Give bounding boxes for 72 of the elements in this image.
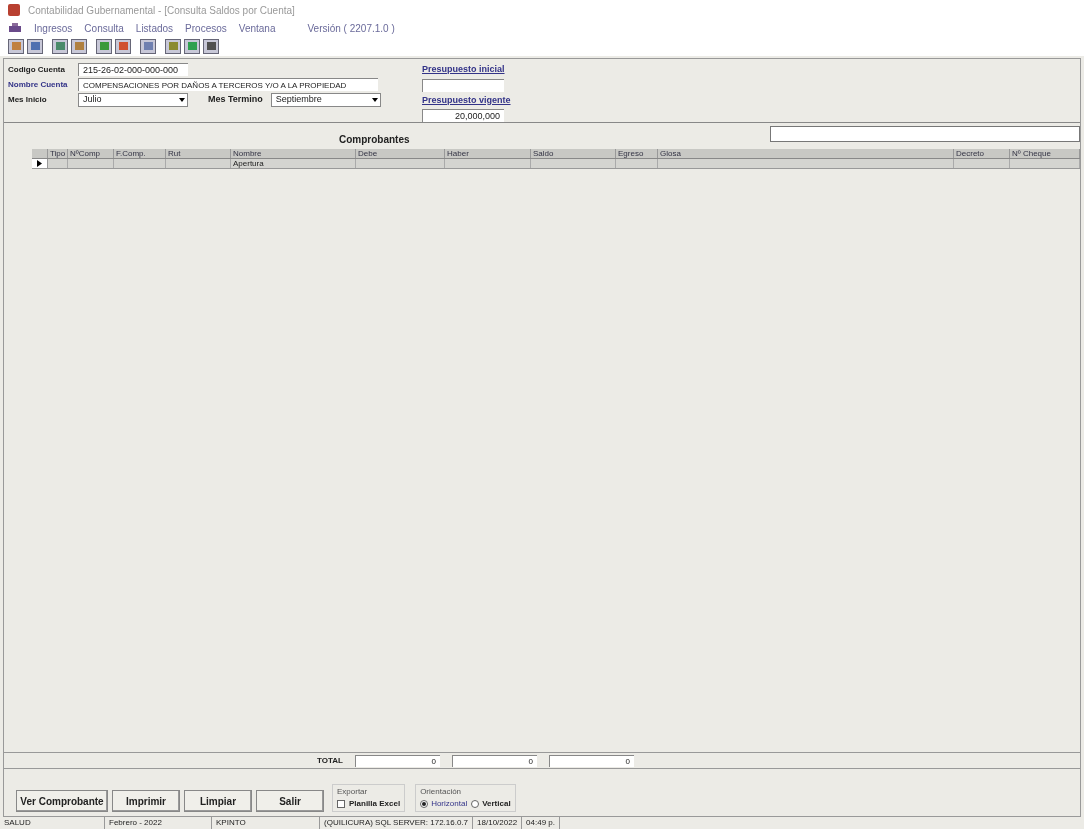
field-label: Presupuesto vigente [422, 93, 511, 107]
checkbox-label: Planilla Excel [349, 798, 401, 810]
status-bar-item: (QUILICURA) SQL SERVER: 172.16.0.7 [320, 817, 474, 829]
column-header[interactable]: F.Comp. [114, 149, 166, 158]
field-label: Mes Inicio [8, 94, 48, 106]
group-title: Exportar [337, 786, 369, 798]
initial-budget-field[interactable] [422, 78, 504, 92]
menu-item[interactable]: Listados [135, 20, 174, 36]
toolbar-button[interactable] [203, 38, 219, 54]
menu-item[interactable]: Ventana [238, 20, 276, 36]
status-bar-item: 18/10/2022 [473, 817, 523, 829]
toolbar-button[interactable] [71, 38, 87, 54]
radio-button[interactable] [420, 800, 429, 808]
account-code-field[interactable]: 215-26-02-000-000-000 [78, 63, 188, 76]
status-bar-item: Febrero - 2022 [105, 817, 212, 829]
table-row[interactable]: Apertura [32, 159, 1080, 169]
field-label: Nombre Cuenta [8, 78, 69, 91]
column-header[interactable]: Haber [445, 149, 531, 158]
status-bar-item: 04:49 p. [522, 817, 561, 829]
action-button[interactable]: Salir [256, 790, 324, 812]
toolbar-button[interactable] [8, 38, 24, 54]
column-header[interactable]: Saldo [531, 149, 616, 158]
field-label: Mes Termino [208, 93, 263, 107]
action-button[interactable]: Limpiar [184, 790, 252, 812]
toolbar-button[interactable] [27, 38, 43, 54]
column-header[interactable]: NºComp [68, 149, 114, 158]
radio-button[interactable] [471, 800, 480, 808]
start-month-dropdown[interactable]: Julio [78, 93, 188, 107]
app-menu-icon[interactable] [8, 23, 22, 33]
menu-item[interactable]: Consulta [84, 20, 124, 36]
window-title: Contabilidad Gubernamental - [Consulta Saldos por Cuenta] [28, 3, 295, 18]
field-label: Presupuesto inicial [422, 63, 506, 76]
action-button[interactable]: Imprimir [112, 790, 180, 812]
end-month-dropdown[interactable]: Septiembre [270, 93, 381, 107]
total-field: 0 [354, 754, 440, 767]
account-name-field[interactable]: COMPENSACIONES POR DAÑOS A TERCEROS Y/O A LA PROPIEDAD [78, 78, 378, 91]
checkbox[interactable] [337, 800, 345, 808]
current-budget-field[interactable]: 20,000,000 [422, 109, 504, 122]
toolbar-button[interactable] [52, 38, 68, 54]
toolbar-button[interactable] [140, 38, 156, 54]
caret-icon [371, 98, 378, 102]
status-bar-item: SALUD [0, 817, 105, 829]
column-header[interactable]: Rut [166, 149, 231, 158]
current-row-icon [37, 160, 42, 167]
version-label: Versión ( 2207.1.0 ) [307, 21, 395, 36]
toolbar-button[interactable] [115, 38, 131, 54]
column-header[interactable]: Egreso [616, 149, 658, 158]
column-header[interactable]: Debe [356, 149, 445, 158]
caret-icon [179, 98, 185, 102]
section-title: Comprobantes [339, 132, 410, 147]
radio-label: Horizontal [431, 798, 468, 810]
field-label: Codigo Cuenta [8, 63, 66, 76]
search-field[interactable] [770, 126, 1080, 142]
action-button[interactable]: Ver Comprobante [16, 790, 108, 812]
menu-item[interactable]: Ingresos [34, 20, 73, 36]
table-cell: Apertura [233, 159, 264, 168]
group-title: Orientación [420, 786, 463, 798]
column-header[interactable]: Nombre [231, 149, 356, 158]
app-icon [8, 4, 20, 16]
total-field: 0 [548, 754, 634, 767]
radio-label: Vertical [482, 798, 511, 810]
column-header[interactable]: Nº Cheque [1010, 149, 1080, 158]
toolbar-button[interactable] [184, 38, 200, 54]
column-header[interactable]: Tipo [48, 149, 68, 158]
status-bar-item: KPINTO [212, 817, 320, 829]
menu-item[interactable]: Procesos [185, 20, 227, 36]
column-header[interactable]: Decreto [954, 149, 1010, 158]
toolbar-button[interactable] [96, 38, 112, 54]
column-header[interactable]: Glosa [658, 149, 954, 158]
total-field: 0 [451, 754, 537, 767]
toolbar-button[interactable] [165, 38, 181, 54]
total-label: TOTAL [317, 754, 343, 767]
